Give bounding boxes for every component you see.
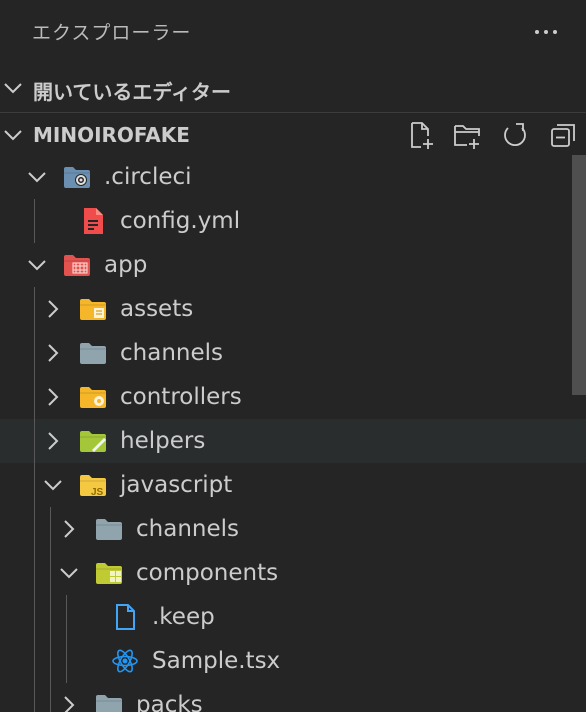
components-folder-icon (96, 563, 122, 584)
app-folder-icon (64, 255, 90, 276)
circleci-folder-icon (64, 167, 90, 188)
file-icon (116, 604, 135, 630)
folder-icon (96, 519, 122, 540)
collapse-all-icon[interactable] (548, 120, 578, 150)
tree-item-label: assets (120, 296, 194, 322)
tree-item-label: .keep (152, 604, 215, 630)
tree-item[interactable]: assets (0, 287, 586, 331)
tree-item-label: app (104, 252, 148, 278)
helpers-folder-icon (80, 431, 106, 452)
tree-item[interactable]: Sample.tsx (0, 639, 586, 683)
project-name: MINOIROFAKE (33, 123, 190, 147)
vertical-scrollbar[interactable] (572, 155, 586, 395)
chevron-down-icon[interactable] (26, 254, 48, 276)
tree-item[interactable]: components (0, 551, 586, 595)
chevron-right-icon[interactable] (58, 518, 80, 540)
tree-item-label: channels (136, 516, 239, 542)
tree-item-label: javascript (120, 472, 233, 498)
file-tree: .circleci config.yml app assets channels cont… (0, 155, 586, 712)
tree-item[interactable]: channels (0, 331, 586, 375)
tree-item[interactable]: config.yml (0, 199, 586, 243)
new-file-icon[interactable] (406, 120, 436, 150)
tree-item[interactable]: app (0, 243, 586, 287)
svg-text:JS: JS (91, 487, 104, 498)
open-editors-header[interactable]: 開いているエディター (0, 66, 586, 110)
sidebar-title: エクスプローラー (32, 22, 192, 44)
react-icon (112, 649, 138, 673)
chevron-right-icon[interactable] (58, 694, 80, 712)
javascript-folder-icon: JS (80, 475, 106, 498)
chevron-down-icon (4, 83, 22, 94)
assets-folder-icon (80, 299, 106, 320)
indent-guide (66, 595, 67, 683)
sidebar-titlebar: エクスプローラー (0, 0, 586, 64)
tree-item[interactable]: JS javascript (0, 463, 586, 507)
tree-item-label: packs (136, 692, 203, 712)
open-editors-label: 開いているエディター (33, 80, 231, 104)
tree-item[interactable]: .keep (0, 595, 586, 639)
tree-item[interactable]: controllers (0, 375, 586, 419)
tree-item-label: config.yml (120, 208, 241, 234)
chevron-right-icon[interactable] (42, 342, 64, 364)
chevron-down-icon (4, 130, 22, 141)
chevron-down-icon[interactable] (26, 166, 48, 188)
indent-guide (34, 287, 35, 712)
controllers-folder-icon (80, 387, 106, 408)
yaml-file-icon (84, 208, 103, 234)
tree-item-label: .circleci (104, 164, 192, 190)
indent-guide (50, 507, 51, 712)
chevron-down-icon[interactable] (58, 562, 80, 584)
tree-item[interactable]: .circleci (0, 155, 586, 199)
new-folder-icon[interactable] (452, 120, 482, 150)
tree-item-label: helpers (120, 428, 206, 454)
tree-item[interactable]: channels (0, 507, 586, 551)
project-root-header[interactable]: MINOIROFAKE (0, 112, 586, 157)
chevron-down-icon[interactable] (42, 474, 64, 496)
chevron-right-icon[interactable] (42, 430, 64, 452)
tree-item[interactable]: packs (0, 683, 586, 712)
tree-item-label: Sample.tsx (152, 648, 281, 674)
more-actions-icon[interactable] (528, 14, 564, 50)
indent-guide (34, 199, 35, 243)
chevron-right-icon[interactable] (42, 298, 64, 320)
tree-item-label: channels (120, 340, 223, 366)
tree-item[interactable]: helpers (0, 419, 586, 463)
tree-item-label: controllers (120, 384, 242, 410)
tree-item-label: components (136, 560, 279, 586)
folder-icon (80, 343, 106, 364)
folder-icon (96, 695, 122, 712)
refresh-icon[interactable] (500, 120, 530, 150)
chevron-right-icon[interactable] (42, 386, 64, 408)
